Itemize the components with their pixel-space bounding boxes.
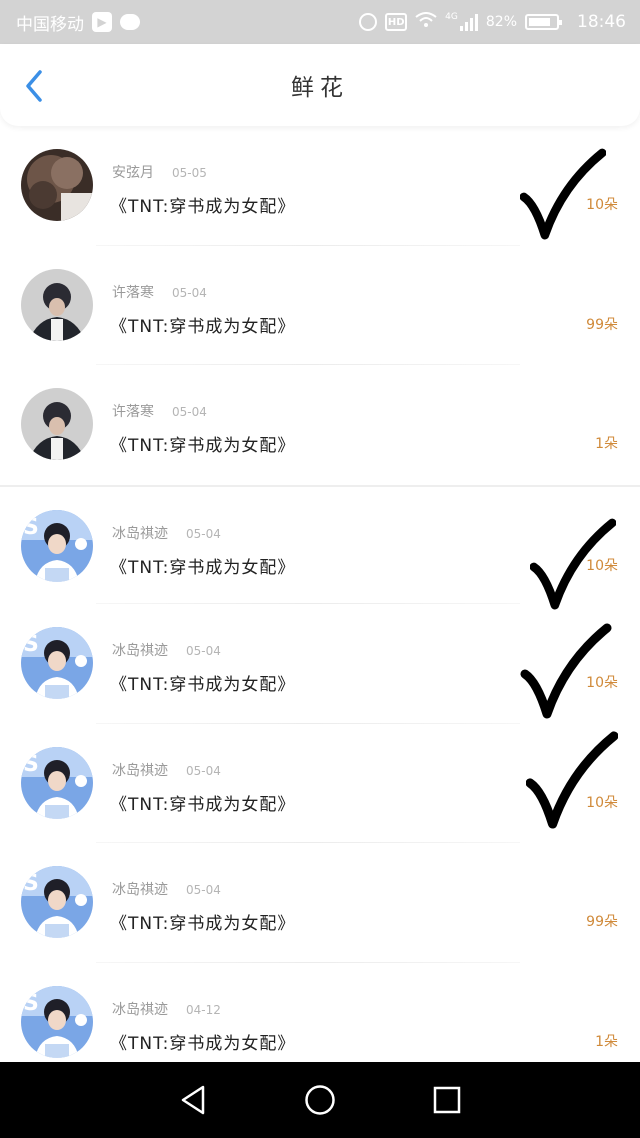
avatar[interactable]: [21, 149, 93, 221]
avatar[interactable]: S: [21, 866, 93, 938]
avatar[interactable]: S: [21, 985, 93, 1058]
notification-app-icon: ▶: [92, 12, 112, 32]
book-title: 《TNT:穿书成为女配》: [110, 794, 296, 815]
item-meta: 冰岛祺迹 05-04: [112, 523, 221, 543]
flower-count: 1朵: [595, 1033, 618, 1050]
date: 05-04: [172, 405, 207, 419]
flower-count: 10朵: [586, 794, 618, 811]
checkmark-icon: [526, 730, 618, 829]
chat-notification-icon: [120, 14, 140, 30]
book-title: 《TNT:穿书成为女配》: [110, 197, 296, 217]
username: 安弦月: [112, 165, 154, 181]
list-item[interactable]: S 冰岛祺迹 05-04 《TNT:穿书成为女配》 10朵: [0, 724, 640, 843]
clock: 18:46: [577, 12, 626, 32]
svg-text:S: S: [23, 752, 39, 777]
list-item[interactable]: S 冰岛祺迹 05-04 《TNT:穿书成为女配》 99朵: [0, 843, 640, 963]
carrier-label: 中国移动: [16, 14, 84, 35]
flower-count: 99朵: [586, 914, 618, 930]
flower-count: 10朵: [586, 197, 618, 213]
list-item[interactable]: 许落寒 05-04 《TNT:穿书成为女配》 99朵: [0, 246, 640, 365]
list-item[interactable]: S 冰岛祺迹 05-04 《TNT:穿书成为女配》 10朵: [0, 604, 640, 724]
date: 05-04: [186, 883, 221, 897]
item-meta: 冰岛祺迹 05-04: [112, 640, 221, 660]
username: 冰岛祺迹: [112, 525, 168, 542]
username: 冰岛祺迹: [112, 1001, 168, 1018]
svg-text:S: S: [23, 515, 39, 540]
network-type: 4G: [445, 12, 458, 22]
book-title: 《TNT:穿书成为女配》: [110, 436, 296, 456]
svg-text:S: S: [23, 991, 39, 1016]
avatar[interactable]: [21, 268, 93, 341]
chevron-left-icon: [26, 70, 42, 102]
page-title: 鲜花: [291, 75, 349, 101]
book-title: 《TNT:穿书成为女配》: [110, 557, 296, 578]
item-meta: 冰岛祺迹 04-12: [112, 999, 221, 1019]
avatar[interactable]: S: [21, 509, 93, 582]
book-title: 《TNT:穿书成为女配》: [110, 1033, 296, 1054]
page-header: 鲜花: [0, 44, 640, 126]
hd-icon: HD: [385, 13, 408, 31]
date: 05-05: [172, 166, 207, 180]
battery-percent: 82%: [485, 14, 517, 30]
svg-text:S: S: [23, 871, 39, 896]
signal-icon: [459, 13, 478, 31]
username: 冰岛祺迹: [112, 643, 168, 659]
battery-icon: [525, 14, 562, 30]
date: 05-04: [172, 285, 207, 300]
nav-home-button[interactable]: [300, 1080, 340, 1120]
back-button[interactable]: [18, 68, 50, 104]
status-bar: 中国移动 ▶ HD 4G 82% 18:46: [0, 0, 640, 44]
list-item[interactable]: 安弦月 05-05 《TNT:穿书成为女配》 10朵: [0, 126, 640, 246]
home-circle-icon: [305, 1085, 335, 1115]
item-meta: 许落寒 05-04: [112, 282, 207, 302]
username: 冰岛祺迹: [112, 762, 168, 779]
system-nav-bar: [0, 1062, 640, 1138]
username: 许落寒: [112, 284, 154, 301]
item-meta: 冰岛祺迹 05-04: [112, 760, 221, 780]
date: 05-04: [186, 763, 221, 778]
flower-count: 10朵: [586, 675, 618, 691]
list-item[interactable]: S 冰岛祺迹 05-04 《TNT:穿书成为女配》 10朵: [0, 484, 640, 609]
date: 05-04: [186, 526, 221, 541]
book-title: 《TNT:穿书成为女配》: [110, 914, 296, 934]
avatar[interactable]: S: [21, 627, 93, 699]
alarm-icon: [359, 13, 378, 31]
recents-square-icon: [433, 1086, 460, 1114]
item-meta: 许落寒 05-04: [112, 401, 207, 421]
svg-text:S: S: [23, 632, 39, 657]
flower-count: 1朵: [595, 436, 618, 452]
date: 04-12: [186, 1002, 221, 1017]
username: 许落寒: [112, 404, 154, 420]
avatar[interactable]: S: [21, 746, 93, 819]
book-title: 《TNT:穿书成为女配》: [110, 316, 296, 337]
item-meta: 安弦月 05-05: [112, 162, 207, 182]
nav-recents-button[interactable]: [427, 1080, 467, 1120]
username: 冰岛祺迹: [112, 882, 168, 898]
book-title: 《TNT:穿书成为女配》: [110, 675, 296, 695]
avatar[interactable]: [21, 388, 93, 460]
back-triangle-icon: [182, 1085, 205, 1115]
item-meta: 冰岛祺迹 05-04: [112, 879, 221, 899]
flower-count: 99朵: [586, 316, 618, 333]
list-item[interactable]: 许落寒 05-04 《TNT:穿书成为女配》 1朵: [0, 365, 640, 485]
wifi-icon: [415, 12, 437, 32]
flower-list: 安弦月 05-05 《TNT:穿书成为女配》 10朵 许落寒 05-04 《TNT:穿书成为…: [0, 126, 640, 1082]
flower-count: 10朵: [586, 557, 618, 574]
nav-back-button[interactable]: [173, 1080, 213, 1120]
date: 05-04: [186, 644, 221, 658]
